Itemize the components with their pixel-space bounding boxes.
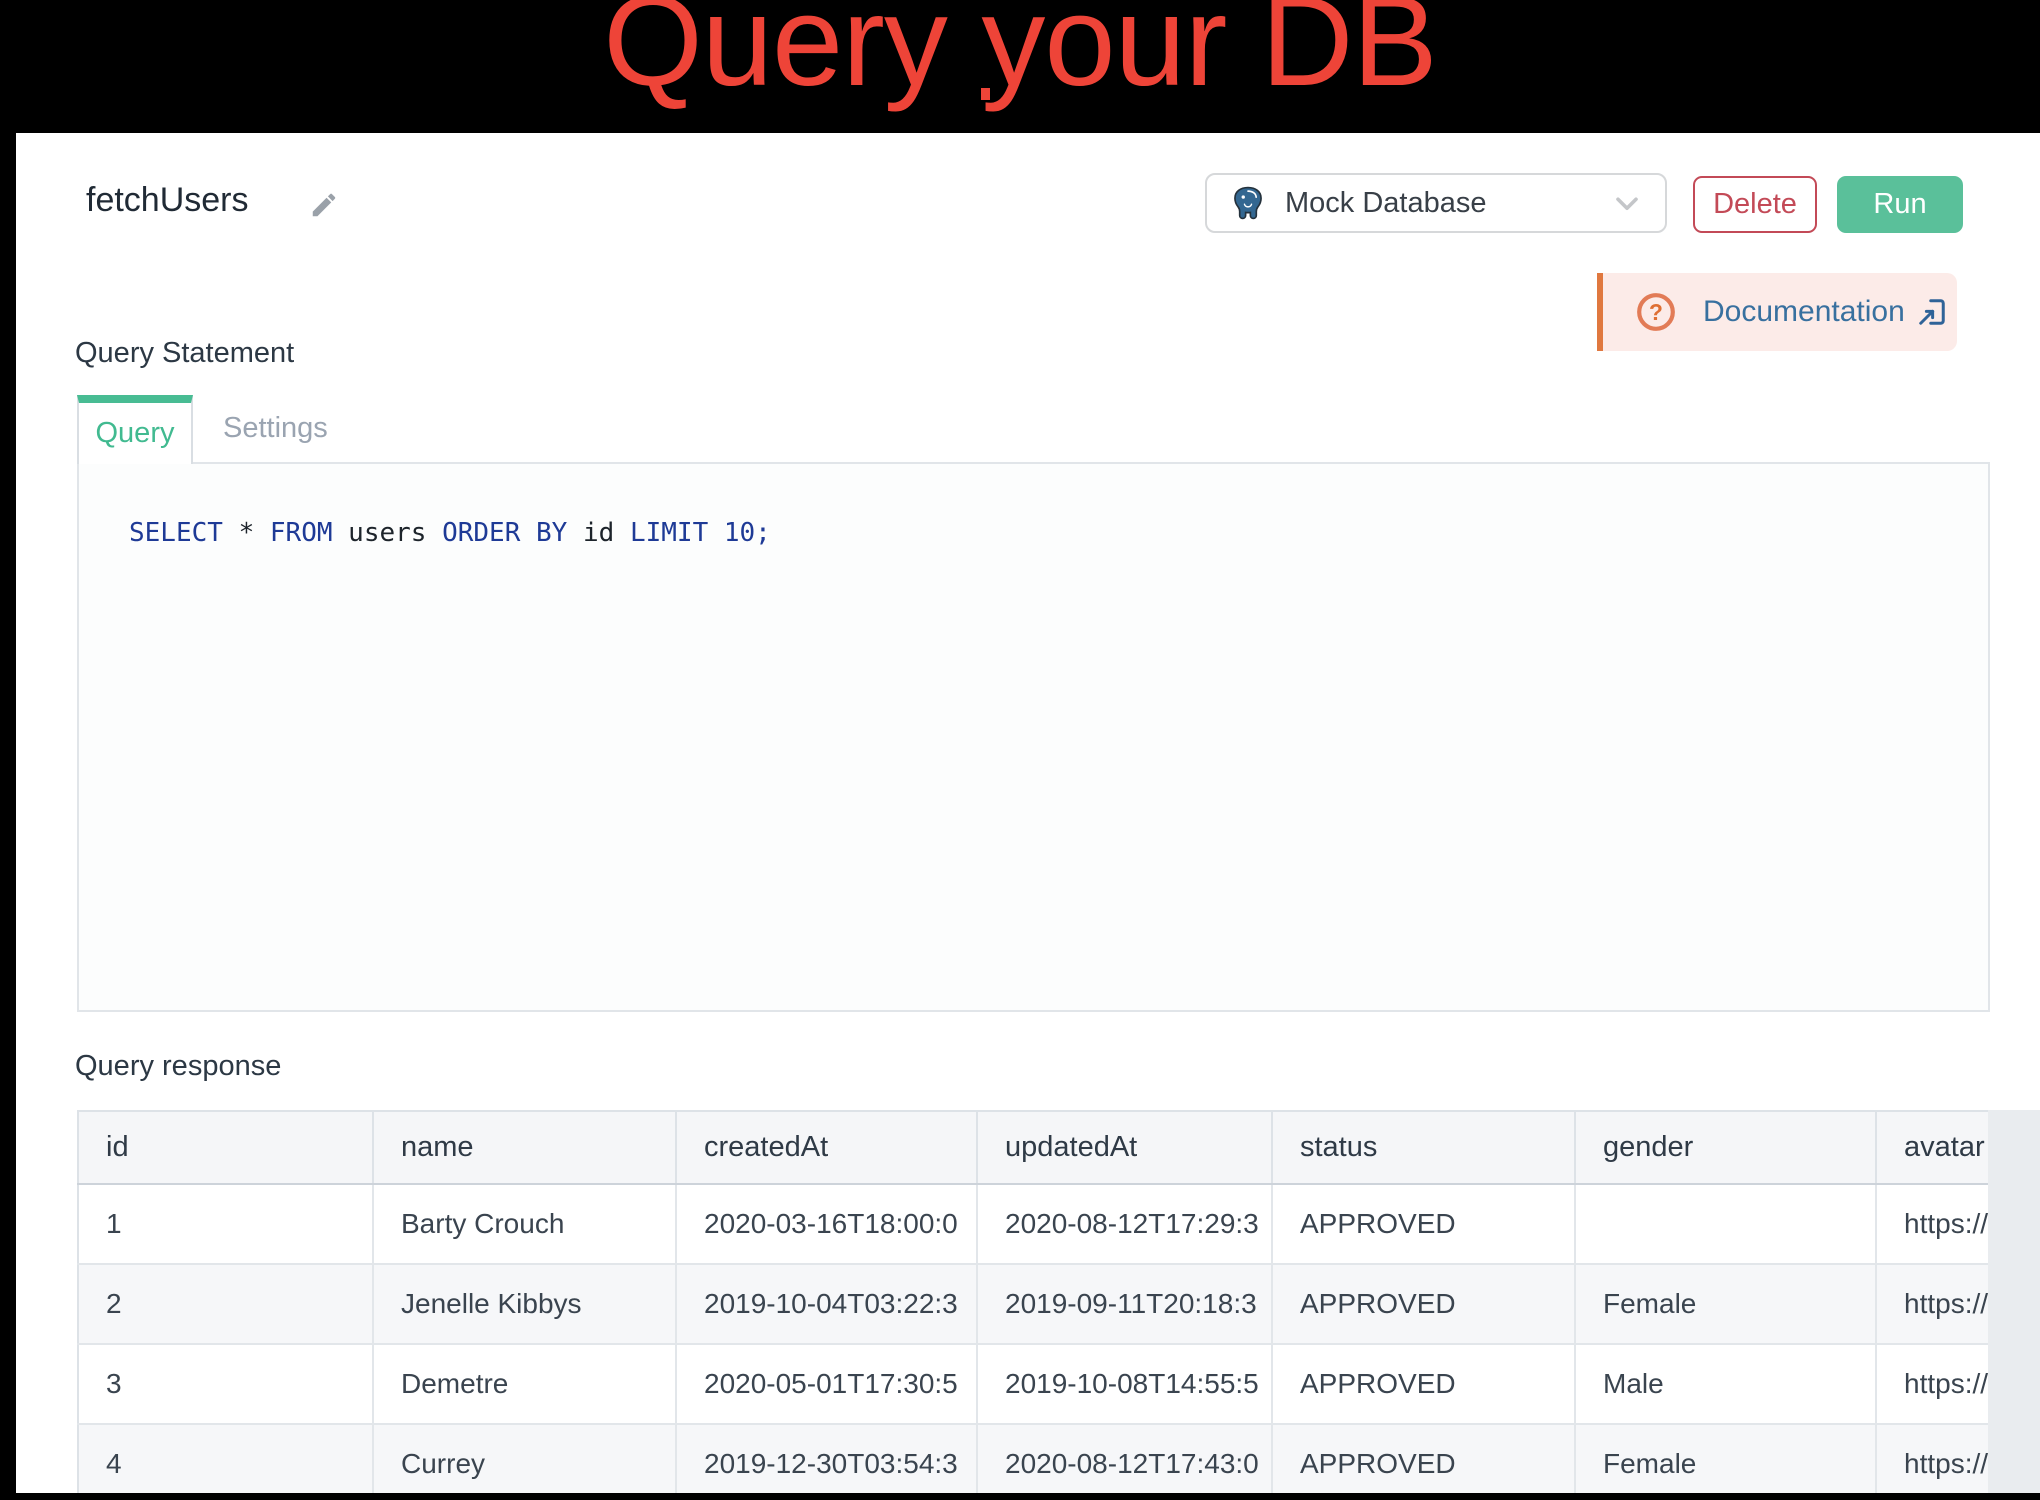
table-scrollbar-gutter (1988, 1110, 2040, 1493)
sql-token: SELECT (129, 518, 223, 548)
query-response-table: idnamecreatedAtupdatedAtstatusgenderavat… (77, 1110, 1988, 1493)
column-header: status (1272, 1111, 1575, 1184)
documentation-link[interactable]: ? Documentation (1597, 273, 1957, 351)
sql-token: FROM (254, 518, 332, 548)
table-cell: Barty Crouch (373, 1184, 676, 1264)
title-cursor-artifact (981, 88, 990, 100)
table-cell: 2019-12-30T03:54:3 (676, 1424, 977, 1493)
table-cell: 2019-10-08T14:55:5 (977, 1344, 1272, 1424)
table-cell: https:// (1876, 1184, 1988, 1264)
table-cell: Jenelle Kibbys (373, 1264, 676, 1344)
table-cell: Male (1575, 1344, 1876, 1424)
table-cell: https:// (1876, 1424, 1988, 1493)
page-title: Query your DB (0, 0, 2040, 106)
table-header-row: idnamecreatedAtupdatedAtstatusgenderavat… (78, 1111, 1988, 1184)
sql-code: SELECT * FROM users ORDER BY id LIMIT 10… (129, 518, 771, 548)
question-circle-icon: ? (1635, 291, 1677, 333)
table-cell: 2019-10-04T03:22:3 (676, 1264, 977, 1344)
run-button[interactable]: Run (1837, 176, 1963, 233)
table-row: 2Jenelle Kibbys2019-10-04T03:22:32019-09… (78, 1264, 1988, 1344)
table-cell: APPROVED (1272, 1424, 1575, 1493)
table-cell: APPROVED (1272, 1184, 1575, 1264)
svg-text:?: ? (1649, 299, 1663, 325)
column-header: id (78, 1111, 373, 1184)
table-cell: Currey (373, 1424, 676, 1493)
tab-bar: Query Settings (77, 395, 358, 464)
sql-token: * (223, 518, 254, 548)
table-cell: Female (1575, 1424, 1876, 1493)
table-cell: 2020-08-12T17:43:0 (977, 1424, 1272, 1493)
postgresql-elephant-icon (1229, 184, 1267, 222)
sql-token: ORDER (426, 518, 520, 548)
table-cell: 2020-03-16T18:00:0 (676, 1184, 977, 1264)
sql-token: id (567, 518, 614, 548)
table-cell: 2020-05-01T17:30:5 (676, 1344, 977, 1424)
table-cell: 2020-08-12T17:29:3 (977, 1184, 1272, 1264)
sql-token: users (333, 518, 427, 548)
table-cell: Demetre (373, 1344, 676, 1424)
table-cell: Female (1575, 1264, 1876, 1344)
tab-settings[interactable]: Settings (193, 395, 358, 462)
table-cell: APPROVED (1272, 1264, 1575, 1344)
query-name: fetchUsers (86, 181, 249, 220)
table-cell: https:// (1876, 1344, 1988, 1424)
table-cell (1575, 1184, 1876, 1264)
column-header: avatar (1876, 1111, 1988, 1184)
tab-query[interactable]: Query (77, 395, 193, 464)
query-statement-label: Query Statement (75, 337, 294, 370)
query-response-label: Query response (75, 1050, 281, 1083)
table-cell: APPROVED (1272, 1344, 1575, 1424)
column-header: gender (1575, 1111, 1876, 1184)
page: Query your DB fetchUsers Mock Database (0, 0, 2040, 1500)
table-cell: https:// (1876, 1264, 1988, 1344)
column-header: createdAt (676, 1111, 977, 1184)
edit-pencil-icon[interactable] (309, 190, 339, 220)
sql-token: BY (520, 518, 567, 548)
table-cell: 2 (78, 1264, 373, 1344)
table-cell: 3 (78, 1344, 373, 1424)
column-header: updatedAt (977, 1111, 1272, 1184)
sql-token: 10; (708, 518, 771, 548)
query-response-table-wrap: idnamecreatedAtupdatedAtstatusgenderavat… (77, 1110, 1988, 1493)
app-panel: fetchUsers Mock Database (16, 133, 2040, 1493)
table-row: 1Barty Crouch2020-03-16T18:00:02020-08-1… (78, 1184, 1988, 1264)
sql-token: LIMIT (614, 518, 708, 548)
table-row: 3Demetre2020-05-01T17:30:52019-10-08T14:… (78, 1344, 1988, 1424)
database-select[interactable]: Mock Database (1205, 173, 1667, 233)
database-select-value: Mock Database (1285, 187, 1609, 220)
table-row: 4Currey2019-12-30T03:54:32020-08-12T17:4… (78, 1424, 1988, 1493)
documentation-label: Documentation (1703, 295, 1905, 329)
documentation-badge: ? Documentation (1603, 273, 1957, 351)
table-cell: 1 (78, 1184, 373, 1264)
table-cell: 4 (78, 1424, 373, 1493)
column-header: name (373, 1111, 676, 1184)
delete-button[interactable]: Delete (1693, 176, 1817, 233)
chevron-down-icon (1609, 185, 1645, 221)
sql-editor[interactable]: SELECT * FROM users ORDER BY id LIMIT 10… (77, 462, 1990, 1012)
external-link-icon (1917, 297, 1947, 327)
table-cell: 2019-09-11T20:18:3 (977, 1264, 1272, 1344)
